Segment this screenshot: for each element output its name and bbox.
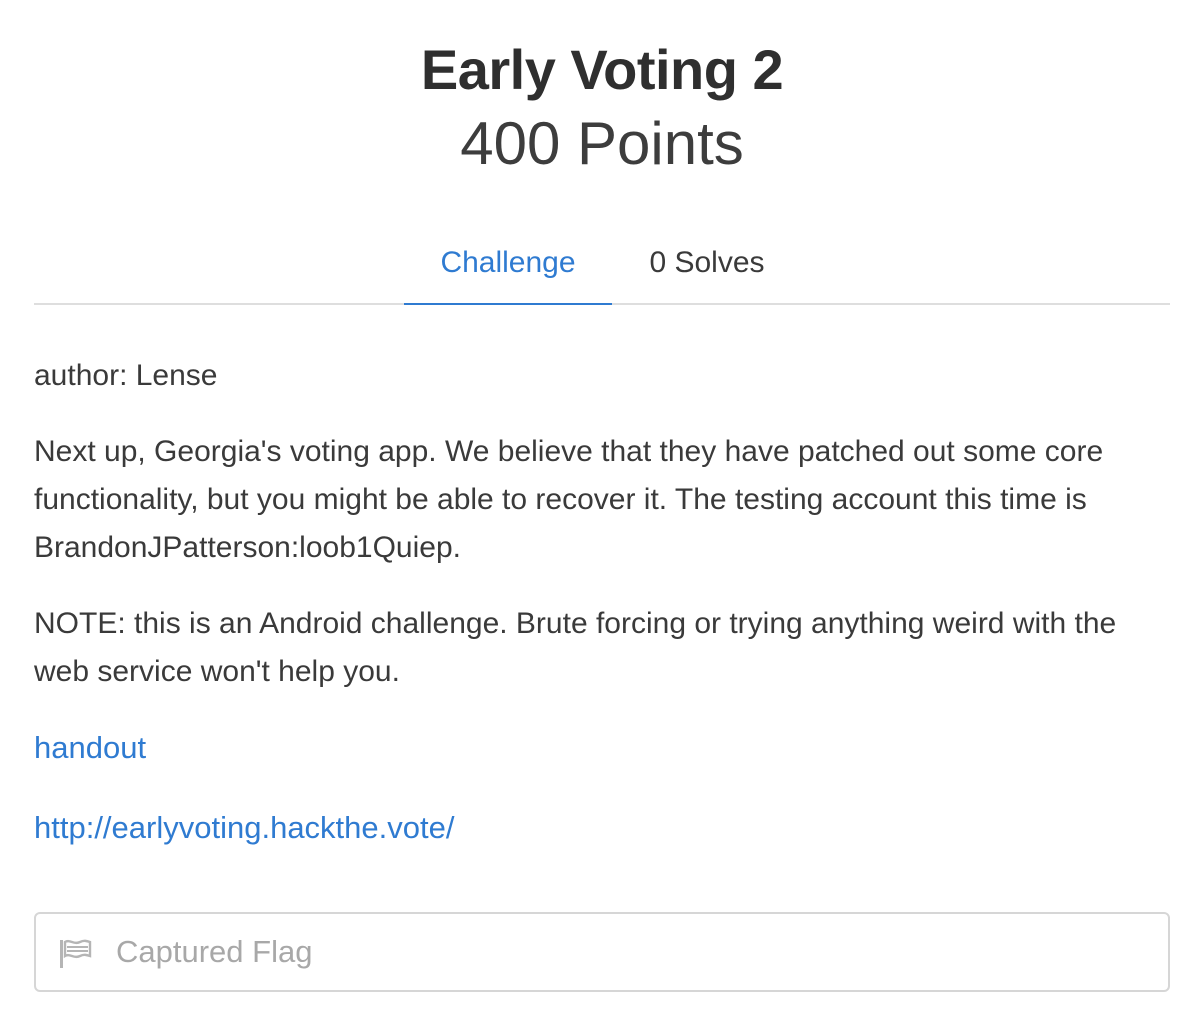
flag-input-group: [34, 912, 1170, 992]
site-link[interactable]: http://earlyvoting.hackthe.vote/: [34, 810, 454, 845]
description-paragraph: Next up, Georgia's voting app. We believ…: [34, 435, 1104, 564]
note-paragraph: NOTE: this is an Android challenge. Brut…: [34, 607, 1117, 688]
tab-bar: Challenge 0 Solves: [34, 232, 1170, 305]
challenge-title: Early Voting 2: [420, 38, 784, 101]
challenge-modal: Early Voting 2 400 Points Challenge 0 So…: [0, 0, 1200, 1034]
flag-icon: [58, 938, 92, 970]
handout-link[interactable]: handout: [34, 730, 146, 765]
handout-row: handout: [34, 724, 1170, 772]
challenge-points: 400 Points: [460, 110, 744, 177]
tab-solves[interactable]: 0 Solves: [612, 232, 802, 303]
captured-flag-input[interactable]: [116, 914, 1156, 990]
site-row: http://earlyvoting.hackthe.vote/: [34, 804, 1170, 852]
tab-challenge[interactable]: Challenge: [404, 232, 612, 305]
challenge-description: author: Lense Next up, Georgia's voting …: [34, 352, 1170, 884]
author-text: author: Lense: [34, 359, 218, 392]
